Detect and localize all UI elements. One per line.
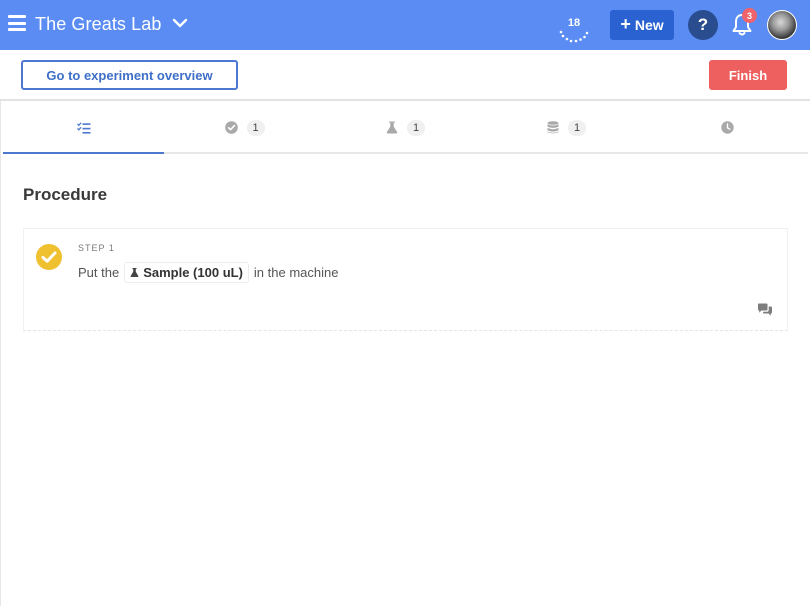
procedure-title: Procedure [23,185,108,204]
step-text-after: in the machine [253,265,339,280]
flask-icon [130,268,139,277]
experiment-tabs: 1 1 1 [3,103,808,154]
checkmark-icon [41,251,57,263]
chevron-down-icon[interactable] [170,13,190,33]
database-icon [547,121,559,134]
tab-completed-count: 1 [246,119,265,136]
sample-name: Sample (100 uL) [143,265,243,280]
top-navigation-bar: The Greats Lab 18 + New ? 3 [0,0,810,50]
tab-samples-count: 1 [407,119,425,136]
page-left-border [0,50,1,606]
new-button-label: New [634,17,664,33]
step-label: STEP 1 [78,243,115,253]
tab-history[interactable] [647,103,808,152]
notification-badge: 3 [742,8,757,23]
new-button[interactable]: + New [610,10,674,40]
step-description: Put the Sample (100 uL) in the machine [78,262,338,283]
counter-value: 18 [567,17,581,29]
help-button[interactable]: ? [688,10,718,40]
sample-reference-chip[interactable]: Sample (100 uL) [124,262,249,283]
plus-icon: + [620,14,631,34]
activity-counter[interactable]: 18 [556,10,592,44]
finish-button[interactable]: Finish [709,60,787,90]
tab-procedure[interactable] [3,103,164,154]
tab-data[interactable]: 1 [486,103,647,152]
user-avatar[interactable] [767,10,797,40]
check-circle-icon [224,121,238,134]
checklist-icon [76,121,90,134]
experiment-action-bar: Go to experiment overview Finish [0,50,810,101]
lab-name[interactable]: The Greats Lab [35,14,161,35]
comments-icon[interactable] [757,303,773,317]
go-to-overview-button[interactable]: Go to experiment overview [21,60,238,90]
step-text-before: Put the [78,265,120,280]
tab-samples[interactable]: 1 [325,103,486,152]
procedure-step: STEP 1 Put the Sample (100 uL) in the ma… [23,228,788,331]
hamburger-menu-icon[interactable] [8,15,26,31]
flask-icon [386,121,398,134]
tab-data-count: 1 [568,119,586,136]
clock-icon [721,121,734,134]
tab-completed[interactable]: 1 [164,103,325,152]
step-complete-toggle[interactable] [36,244,62,270]
